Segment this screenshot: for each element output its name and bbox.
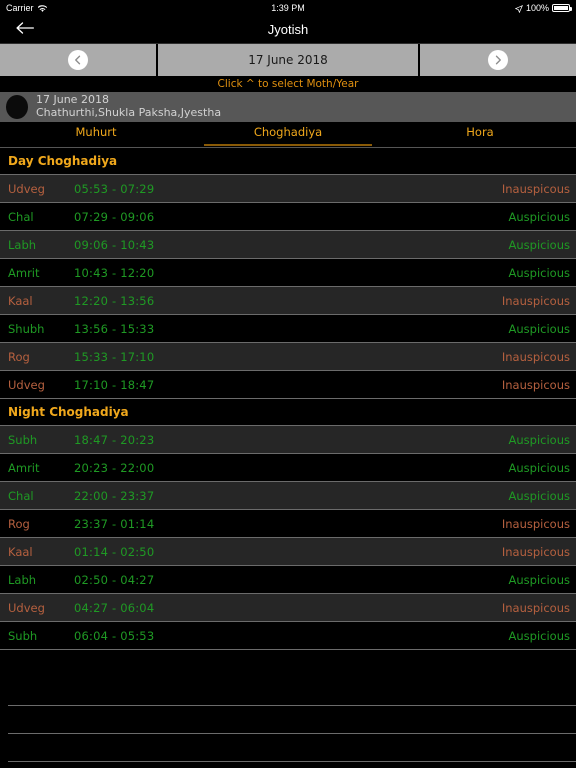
- choghadiya-status: Auspicious: [508, 572, 570, 587]
- choghadiya-name: Chal: [8, 488, 34, 503]
- empty-list-row: [8, 706, 576, 734]
- choghadiya-status: Inauspicous: [501, 377, 570, 392]
- choghadiya-row[interactable]: Udveg 05:53 - 07:29 Inauspicous: [0, 175, 576, 203]
- choghadiya-time: 07:29 - 09:06: [74, 209, 155, 224]
- empty-list-row: [8, 678, 576, 706]
- date-selector-bar: 17 June 2018: [0, 44, 576, 76]
- choghadiya-time: 20:23 - 22:00: [74, 460, 155, 475]
- choghadiya-row[interactable]: Chal 07:29 - 09:06 Auspicious: [0, 203, 576, 231]
- choghadiya-status: Inauspicous: [501, 516, 570, 531]
- status-bar-right: 100%: [514, 2, 572, 13]
- choghadiya-status: Auspicious: [508, 209, 570, 224]
- choghadiya-status: Inauspicous: [501, 349, 570, 364]
- choghadiya-row[interactable]: Labh 02:50 - 04:27 Auspicious: [0, 566, 576, 594]
- app-screen: Carrier 1:39 PM 100% Jyotish 17 June 201…: [0, 0, 576, 768]
- choghadiya-status: Auspicious: [508, 488, 570, 503]
- choghadiya-name: Amrit: [8, 460, 40, 475]
- choghadiya-name: Labh: [8, 237, 37, 252]
- choghadiya-name: Udveg: [8, 181, 45, 196]
- choghadiya-time: 09:06 - 10:43: [74, 237, 155, 252]
- tab-muhurt-label: Muhurt: [75, 125, 117, 139]
- choghadiya-name: Amrit: [8, 265, 40, 280]
- choghadiya-time: 23:37 - 01:14: [74, 516, 155, 531]
- choghadiya-time: 22:00 - 23:37: [74, 488, 155, 503]
- choghadiya-name: Kaal: [8, 293, 33, 308]
- choghadiya-row[interactable]: Shubh 13:56 - 15:33 Auspicious: [0, 315, 576, 343]
- choghadiya-row[interactable]: Kaal 01:14 - 02:50 Inauspicous: [0, 538, 576, 566]
- previous-day-button[interactable]: [0, 44, 156, 76]
- choghadiya-status: Auspicious: [508, 321, 570, 336]
- month-year-hint: Click ^ to select Moth/Year: [0, 76, 576, 92]
- choghadiya-time: 10:43 - 12:20: [74, 265, 155, 280]
- choghadiya-time: 04:27 - 06:04: [74, 600, 155, 615]
- choghadiya-name: Labh: [8, 572, 37, 587]
- tab-choghadiya[interactable]: Choghadiya: [192, 121, 384, 147]
- tab-hora[interactable]: Hora: [384, 121, 576, 147]
- choghadiya-row[interactable]: Subh 06:04 - 05:53 Auspicious: [0, 622, 576, 650]
- page-title: Jyotish: [267, 22, 309, 37]
- current-date-button[interactable]: 17 June 2018: [158, 44, 418, 76]
- choghadiya-row[interactable]: Labh 09:06 - 10:43 Auspicious: [0, 231, 576, 259]
- choghadiya-name: Rog: [8, 349, 30, 364]
- choghadiya-status: Auspicious: [508, 432, 570, 447]
- choghadiya-time: 05:53 - 07:29: [74, 181, 155, 196]
- choghadiya-time: 06:04 - 05:53: [74, 628, 155, 643]
- chevron-left-icon: [68, 50, 88, 70]
- list-padding: [0, 650, 576, 678]
- chevron-right-icon: [488, 50, 508, 70]
- choghadiya-status: Inauspicous: [501, 293, 570, 308]
- choghadiya-name: Subh: [8, 432, 38, 447]
- choghadiya-status: Auspicious: [508, 265, 570, 280]
- choghadiya-row[interactable]: Amrit 10:43 - 12:20 Auspicious: [0, 259, 576, 287]
- choghadiya-time: 13:56 - 15:33: [74, 321, 155, 336]
- choghadiya-name: Rog: [8, 516, 30, 531]
- status-bar-clock: 1:39 PM: [271, 2, 305, 13]
- current-date-label: 17 June 2018: [248, 53, 328, 67]
- status-bar: Carrier 1:39 PM 100%: [0, 0, 576, 15]
- location-arrow-icon: [514, 4, 524, 13]
- moon-icon: [6, 95, 28, 119]
- choghadiya-time: 18:47 - 20:23: [74, 432, 155, 447]
- choghadiya-row[interactable]: Udveg 17:10 - 18:47 Inauspicous: [0, 371, 576, 399]
- next-day-button[interactable]: [420, 44, 576, 76]
- choghadiya-name: Shubh: [8, 321, 45, 336]
- choghadiya-row[interactable]: Chal 22:00 - 23:37 Auspicious: [0, 482, 576, 510]
- battery-percent-label: 100%: [525, 2, 549, 13]
- tab-choghadiya-label: Choghadiya: [253, 125, 323, 139]
- section-header: Night Choghadiya: [0, 399, 576, 426]
- tab-muhurt[interactable]: Muhurt: [0, 121, 192, 147]
- choghadiya-status: Inauspicous: [501, 544, 570, 559]
- choghadiya-row[interactable]: Kaal 12:20 - 13:56 Inauspicous: [0, 287, 576, 315]
- choghadiya-time: 02:50 - 04:27: [74, 572, 155, 587]
- choghadiya-row[interactable]: Amrit 20:23 - 22:00 Auspicious: [0, 454, 576, 482]
- choghadiya-time: 01:14 - 02:50: [74, 544, 155, 559]
- choghadiya-status: Auspicious: [508, 460, 570, 475]
- choghadiya-time: 12:20 - 13:56: [74, 293, 155, 308]
- choghadiya-status: Auspicious: [508, 237, 570, 252]
- tab-bar: Muhurt Choghadiya Hora: [0, 122, 576, 148]
- choghadiya-status: Inauspicous: [501, 600, 570, 615]
- choghadiya-name: Subh: [8, 628, 38, 643]
- choghadiya-name: Udveg: [8, 377, 45, 392]
- choghadiya-time: 15:33 - 17:10: [74, 349, 155, 364]
- choghadiya-status: Auspicious: [508, 628, 570, 643]
- section-header: Day Choghadiya: [0, 148, 576, 175]
- choghadiya-status: Inauspicous: [501, 181, 570, 196]
- panchang-detail-label: Chathurthi,Shukla Paksha,Jyestha: [36, 106, 222, 119]
- tab-hora-label: Hora: [466, 125, 494, 139]
- panchang-info-text: 17 June 2018 Chathurthi,Shukla Paksha,Jy…: [36, 94, 221, 119]
- panchang-info-row[interactable]: 17 June 2018 Chathurthi,Shukla Paksha,Jy…: [0, 92, 576, 122]
- choghadiya-list[interactable]: Day Choghadiya Udveg 05:53 - 07:29 Inauspic…: [0, 148, 576, 762]
- choghadiya-time: 17:10 - 18:47: [74, 377, 155, 392]
- choghadiya-row[interactable]: Rog 15:33 - 17:10 Inauspicous: [0, 343, 576, 371]
- nav-bar: Jyotish: [0, 15, 576, 44]
- empty-list-row: [8, 734, 576, 762]
- choghadiya-name: Chal: [8, 209, 34, 224]
- choghadiya-row[interactable]: Subh 18:47 - 20:23 Auspicious: [0, 426, 576, 454]
- choghadiya-row[interactable]: Rog 23:37 - 01:14 Inauspicous: [0, 510, 576, 538]
- choghadiya-name: Udveg: [8, 600, 45, 615]
- choghadiya-name: Kaal: [8, 544, 33, 559]
- battery-icon: [552, 3, 572, 12]
- choghadiya-row[interactable]: Udveg 04:27 - 06:04 Inauspicous: [0, 594, 576, 622]
